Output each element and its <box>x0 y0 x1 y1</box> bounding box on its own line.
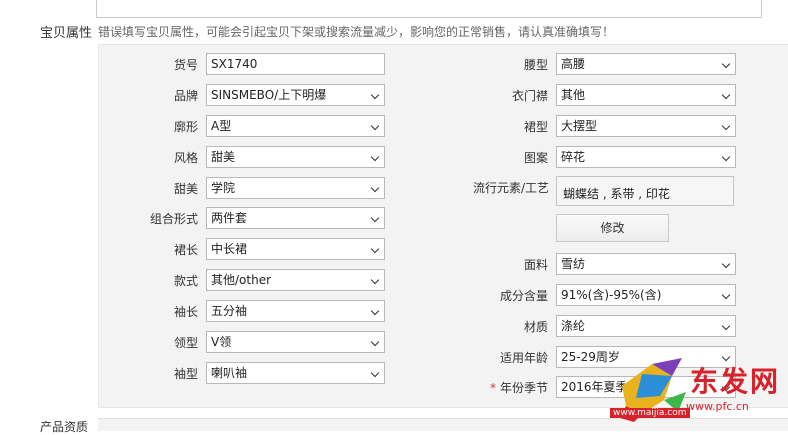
chevron-down-icon <box>370 90 380 100</box>
attribute-select[interactable]: V领 <box>206 331 385 353</box>
field-label: 裙长 <box>173 243 198 257</box>
modify-button[interactable]: 修改 <box>556 214 669 242</box>
field-label: 成分含量 <box>470 287 548 304</box>
field-label-text: 材质 <box>523 320 548 334</box>
field-value: 碎花 <box>561 150 586 164</box>
field-label-text: 裙型 <box>523 120 548 134</box>
chevron-down-icon <box>721 321 731 331</box>
field-value: V领 <box>211 335 232 349</box>
field-label-text: 衣门襟 <box>511 89 548 103</box>
chevron-down-icon <box>721 121 731 131</box>
field-value: 雪纺 <box>561 257 586 271</box>
attribute-select[interactable]: SINSMEBO/上下明爆 <box>206 84 385 106</box>
chevron-down-icon <box>370 337 380 347</box>
chevron-down-icon <box>370 306 380 316</box>
attribute-select[interactable]: 91%(含)-95%(含) <box>556 284 736 306</box>
field-label: 腰型 <box>470 56 548 73</box>
field-label: 图案 <box>470 149 548 166</box>
field-label: * 年份季节 <box>470 379 548 396</box>
field-value: 其他/other <box>211 273 272 287</box>
field-label: 面料 <box>470 256 548 273</box>
field-label-text: 适用年龄 <box>499 351 548 365</box>
field-label: 品牌 <box>173 89 198 103</box>
chevron-down-icon <box>370 368 380 378</box>
field-label-text: 成分含量 <box>499 289 548 303</box>
field-label: 裙型 <box>470 118 548 135</box>
field-label: 袖长 <box>173 305 198 319</box>
attribute-select[interactable]: 雪纺 <box>556 253 736 275</box>
attribute-select[interactable]: 高腰 <box>556 53 736 75</box>
watermark-url-secondary: www.maijia.com <box>610 408 690 418</box>
trend-elements-label: 流行元素/工艺 <box>473 181 550 195</box>
trend-elements-value: 蝴蝶结 , 系带 , 印花 <box>556 176 734 206</box>
field-value: A型 <box>211 119 232 133</box>
attribute-select[interactable]: 喇叭袖 <box>206 362 385 384</box>
field-value: 两件套 <box>211 211 248 225</box>
attribute-select[interactable]: 学院 <box>206 177 385 199</box>
field-value: 学院 <box>211 181 236 195</box>
field-value: 五分袖 <box>211 304 248 318</box>
attribute-select[interactable]: 其他 <box>556 84 736 106</box>
field-value: SINSMEBO/上下明爆 <box>211 88 327 102</box>
chevron-down-icon <box>721 59 731 69</box>
field-label: 袖型 <box>173 367 198 381</box>
chevron-down-icon <box>721 152 731 162</box>
field-label: 材质 <box>470 318 548 335</box>
field-label-text: 面料 <box>523 258 548 272</box>
field-label-text: 图案 <box>523 151 548 165</box>
attribute-select[interactable]: 碎花 <box>556 146 736 168</box>
description-input-box[interactable] <box>96 0 762 18</box>
attribute-select[interactable]: 其他/other <box>206 269 385 291</box>
field-value: 甜美 <box>211 150 236 164</box>
field-label: 风格 <box>173 151 198 165</box>
field-label: 适用年龄 <box>470 349 548 366</box>
field-value: SX1740 <box>211 57 258 71</box>
field-label: 款式 <box>173 274 198 288</box>
field-label: 衣门襟 <box>470 87 548 104</box>
field-value: 涤纶 <box>561 319 586 333</box>
chevron-down-icon <box>370 121 380 131</box>
chevron-down-icon <box>721 290 731 300</box>
field-value: 91%(含)-95%(含) <box>561 288 662 302</box>
field-label: 货号 <box>173 58 198 72</box>
chevron-down-icon <box>721 90 731 100</box>
item-number-input[interactable]: SX1740 <box>206 53 385 75</box>
chevron-down-icon <box>370 152 380 162</box>
field-label: 领型 <box>173 336 198 350</box>
attribute-select[interactable]: 中长裙 <box>206 238 385 260</box>
chevron-down-icon <box>370 213 380 223</box>
attribute-select[interactable]: 涤纶 <box>556 315 736 337</box>
required-marker: * <box>489 381 496 395</box>
watermark-brand-text: 东发网 <box>690 365 781 398</box>
watermark-url: www.pfc.cn <box>686 400 749 413</box>
field-label-text: 年份季节 <box>499 381 548 395</box>
attribute-select[interactable]: A型 <box>206 115 385 137</box>
field-label: 甜美 <box>173 182 198 196</box>
attribute-select[interactable]: 大摆型 <box>556 115 736 137</box>
field-value: 其他 <box>561 88 586 102</box>
field-label: 组合形式 <box>149 212 198 226</box>
attribute-warning-notice: 错误填写宝贝属性，可能会引起宝贝下架或搜索流量减少，影响您的正常销售，请认真准确… <box>98 25 615 39</box>
attribute-select[interactable]: 两件套 <box>206 207 385 229</box>
chevron-down-icon <box>370 275 380 285</box>
attribute-select[interactable]: 甜美 <box>206 146 385 168</box>
chevron-down-icon <box>721 259 731 269</box>
chevron-down-icon <box>370 244 380 254</box>
field-value: 高腰 <box>561 57 586 71</box>
field-value: 大摆型 <box>561 119 598 133</box>
field-label-text: 腰型 <box>523 58 548 72</box>
product-qualification-label: 产品资质 <box>40 420 89 434</box>
field-label: 廓形 <box>173 120 198 134</box>
chevron-down-icon <box>370 183 380 193</box>
field-value: 喇叭袖 <box>211 366 248 380</box>
attribute-select[interactable]: 五分袖 <box>206 300 385 322</box>
section-title: 宝贝属性 <box>40 26 93 41</box>
field-value: 中长裙 <box>211 242 248 256</box>
